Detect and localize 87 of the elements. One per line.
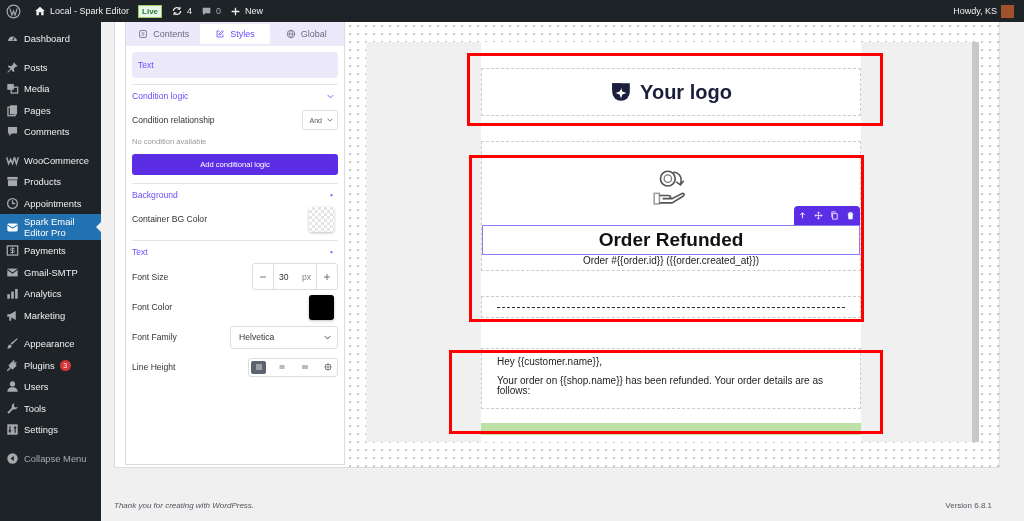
collapse-menu-button[interactable]: Collapse Menu — [0, 447, 101, 469]
new-link[interactable]: New — [230, 5, 264, 17]
body-text: Your order on {{shop.name}} has been refunded. Your order details are as follows: — [497, 376, 824, 396]
color-swatch[interactable] — [309, 294, 334, 320]
menu-item[interactable]: Dashboard — [0, 28, 101, 50]
menu-item[interactable]: Gmail-SMTP — [0, 261, 101, 283]
person-icon — [6, 380, 19, 394]
menu-item[interactable]: Settings — [0, 419, 101, 441]
plug-icon — [6, 358, 19, 372]
font-size-value[interactable]: 30 — [279, 271, 289, 282]
field-label: Font Color — [132, 302, 173, 312]
menu-item[interactable]: Pages — [0, 99, 101, 121]
field-label: Container BG Color — [132, 214, 207, 224]
globe-icon — [285, 29, 296, 39]
font-family-select[interactable]: Helvetica — [230, 325, 338, 349]
color-swatch[interactable] — [309, 206, 334, 232]
pages-icon — [6, 103, 19, 117]
logo-block[interactable]: Your logo — [481, 68, 861, 116]
menu-item[interactable]: Media — [0, 78, 101, 100]
menu-item[interactable]: Marketing — [0, 304, 101, 326]
menu-item[interactable]: Spark Email Editor Pro — [0, 214, 101, 240]
menu-item[interactable]: Analytics — [0, 283, 101, 305]
brush-icon — [6, 337, 19, 351]
menu-item[interactable]: WooCommerce — [0, 149, 101, 171]
box-icon — [6, 175, 19, 189]
account-link[interactable]: Howdy, KS — [953, 4, 1014, 18]
home-icon — [34, 5, 46, 17]
tab[interactable]: Global — [271, 24, 341, 44]
pin-icon — [6, 60, 19, 74]
avatar — [1001, 4, 1014, 18]
site-link[interactable]: Local - Spark Editor — [34, 5, 130, 17]
shield-star-icon — [610, 81, 633, 103]
field-label: Font Size — [132, 271, 169, 282]
version-text: Version 6.8.1 — [945, 501, 992, 510]
section-header[interactable]: Condition logic — [132, 85, 338, 107]
bar-chart-icon — [6, 287, 19, 301]
plus-icon — [230, 5, 242, 17]
sliders-icon — [6, 423, 19, 437]
order-subtitle: Order #{{order.id}} ({{order.created_at}}) — [582, 255, 760, 266]
logo-text: Your logo — [640, 80, 732, 104]
speech-bubble-icon — [201, 5, 213, 17]
menu-item[interactable]: Tools — [0, 397, 101, 419]
globe-icon — [322, 362, 333, 372]
chevron-down-icon — [326, 116, 334, 124]
font-size-stepper[interactable]: 30 px — [252, 263, 338, 290]
clock-icon — [6, 196, 19, 210]
menu-item[interactable]: Comments — [0, 121, 101, 143]
collapse-icon — [6, 451, 19, 465]
caret-down-icon — [328, 191, 335, 199]
status-badge: Live — [138, 4, 163, 18]
block-type-label: Text — [132, 52, 338, 78]
updates-link[interactable]: 4 — [171, 5, 193, 17]
speech-bubble-icon — [6, 125, 19, 139]
refresh-icon — [171, 5, 184, 17]
section-header[interactable]: Text — [132, 241, 338, 263]
menu-item[interactable]: Payments — [0, 240, 101, 262]
media-icon — [6, 82, 19, 96]
wordpress-logo-icon[interactable] — [6, 3, 21, 19]
field-label: Line Height — [132, 362, 176, 372]
arrow-up-icon[interactable] — [798, 211, 807, 220]
footer-text: Thank you for creating with WordPress. — [114, 501, 255, 510]
tab[interactable]: Styles — [200, 24, 270, 44]
field-label: Font Family — [132, 332, 177, 342]
text-block[interactable]: Hey {{customer.name}}, Your order on {{shop.name}} has been refunded. Your order details are as follows: — [481, 348, 861, 409]
section-header[interactable]: Background — [132, 184, 338, 206]
dollar-icon — [6, 244, 19, 258]
comments-link[interactable]: 0 — [201, 5, 222, 17]
menu-item[interactable]: Appointments — [0, 192, 101, 214]
megaphone-icon — [6, 308, 19, 322]
trash-icon[interactable] — [846, 211, 855, 220]
menu-item[interactable]: Products — [0, 171, 101, 193]
email-heading[interactable]: Order Refunded — [482, 225, 860, 255]
caret-down-icon — [328, 248, 335, 256]
lines-icon — [299, 362, 310, 372]
unit-label: px — [301, 271, 311, 282]
pencil-square-icon — [215, 29, 226, 39]
menu-item[interactable]: Posts — [0, 56, 101, 78]
greeting-text: Hey {{customer.name}}, — [497, 357, 604, 367]
copy-icon[interactable] — [830, 211, 839, 220]
plus-icon — [322, 271, 332, 282]
wrench-icon — [6, 401, 19, 415]
move-icon[interactable] — [814, 211, 823, 220]
tab[interactable]: Contents — [129, 24, 199, 44]
menu-item[interactable]: Users — [0, 376, 101, 398]
menu-item[interactable]: Appearance — [0, 333, 101, 355]
document-icon — [138, 29, 149, 39]
field-label: Condition relationship — [132, 115, 215, 125]
